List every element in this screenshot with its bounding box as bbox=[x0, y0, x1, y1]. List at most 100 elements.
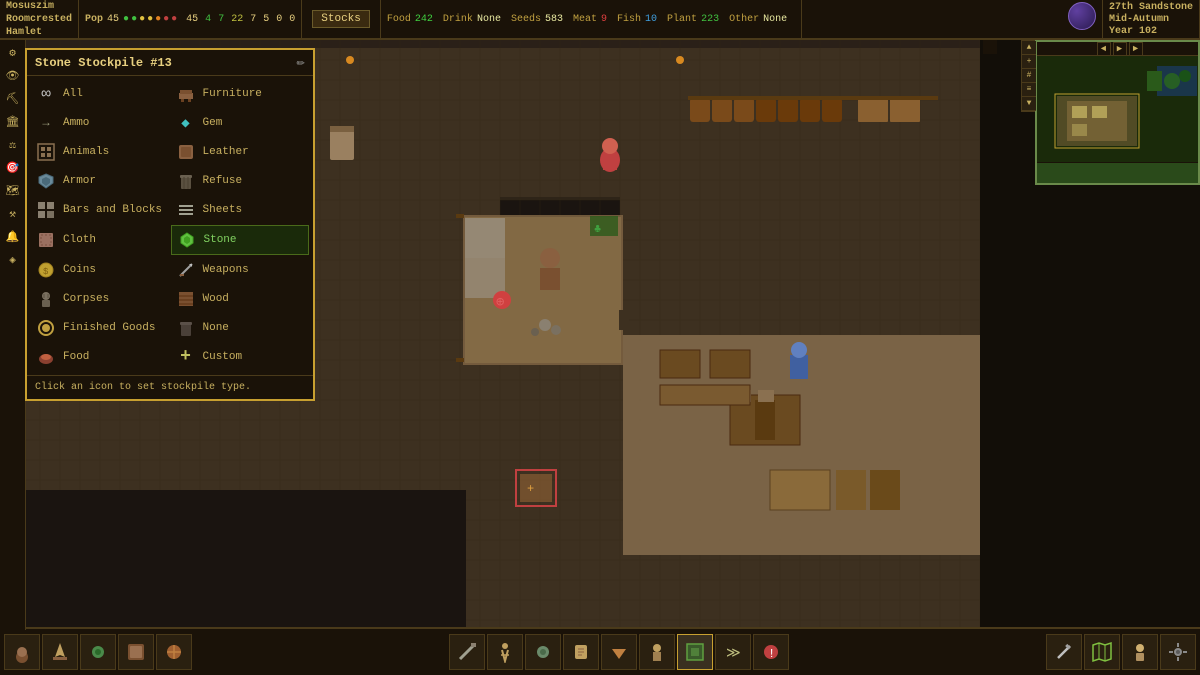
leather-icon bbox=[175, 141, 197, 163]
stockpile-item-food[interactable]: Food bbox=[31, 343, 170, 371]
bottom-icon-sword[interactable] bbox=[1046, 634, 1082, 670]
bottom-icon-scroll[interactable] bbox=[563, 634, 599, 670]
sidebar-icon-3[interactable]: ⛏ bbox=[2, 88, 24, 110]
bars-label: Bars and Blocks bbox=[63, 204, 162, 216]
stockpile-item-animals[interactable]: Animals bbox=[31, 138, 170, 166]
bottom-icon-zones[interactable] bbox=[156, 634, 192, 670]
elevation-down[interactable]: ▼ bbox=[1022, 97, 1036, 111]
cloth-icon bbox=[35, 229, 57, 251]
minimap-play[interactable]: ▶ bbox=[1113, 42, 1127, 56]
stockpile-item-furniture[interactable]: Furniture bbox=[171, 80, 310, 108]
custom-icon: + bbox=[175, 346, 197, 368]
gem-icon: ◆ bbox=[175, 112, 197, 134]
bottom-icon-map[interactable] bbox=[1084, 634, 1120, 670]
finished-icon bbox=[35, 317, 57, 339]
stockpile-edit-icon[interactable]: ✏ bbox=[297, 54, 305, 71]
animals-label: Animals bbox=[63, 146, 109, 158]
bottom-bar: ≫ ! bbox=[0, 627, 1200, 675]
svg-text:$: $ bbox=[43, 267, 49, 277]
stockpile-title: Stone Stockpile #13 ✏ bbox=[27, 50, 313, 76]
refuse-icon bbox=[175, 170, 197, 192]
coins-label: Coins bbox=[63, 264, 96, 276]
ammo-label: Ammo bbox=[63, 117, 89, 129]
pop-icons: ● ● ● ● ● ● ● bbox=[123, 14, 177, 25]
stockpile-item-refuse[interactable]: Refuse bbox=[171, 167, 310, 195]
bottom-icon-move[interactable] bbox=[4, 634, 40, 670]
bottom-icon-character[interactable] bbox=[1122, 634, 1158, 670]
wood-label: Wood bbox=[203, 293, 229, 305]
minimap-nav-right[interactable]: ► bbox=[1129, 42, 1143, 56]
bottom-icon-walk[interactable] bbox=[487, 634, 523, 670]
stockpile-item-bars[interactable]: Bars and Blocks bbox=[31, 196, 170, 224]
finished-goods-label: Finished Goods bbox=[63, 322, 155, 334]
bottom-icon-down-arrow[interactable] bbox=[601, 634, 637, 670]
stockpile-item-armor[interactable]: Armor bbox=[31, 167, 170, 195]
stockpile-item-corpses[interactable]: Corpses bbox=[31, 285, 170, 313]
stockpile-item-weapons[interactable]: Weapons bbox=[171, 256, 310, 284]
refuse-label: Refuse bbox=[203, 175, 243, 187]
bottom-icon-settings[interactable] bbox=[1160, 634, 1196, 670]
settlement-kind: Hamlet bbox=[6, 26, 72, 39]
animals-icon bbox=[35, 141, 57, 163]
bottom-icon-stockpile-active[interactable] bbox=[677, 634, 713, 670]
stockpile-item-sheets[interactable]: Sheets bbox=[171, 196, 310, 224]
stockpile-item-custom[interactable]: + Custom bbox=[171, 343, 310, 371]
date-section bbox=[1062, 0, 1103, 38]
sidebar-icon-8[interactable]: ⚒ bbox=[2, 203, 24, 225]
sheets-icon bbox=[175, 199, 197, 221]
elevation-up[interactable]: ▲ bbox=[1022, 41, 1036, 55]
stocks-section[interactable]: Stocks bbox=[302, 0, 381, 38]
minimap-nav-top: ◄ ▶ ► bbox=[1037, 42, 1200, 56]
bottom-icon-alert[interactable]: ! bbox=[753, 634, 789, 670]
stockpile-item-all[interactable]: ∞ All bbox=[31, 80, 170, 108]
bottom-icon-build[interactable] bbox=[80, 634, 116, 670]
stocks-button[interactable]: Stocks bbox=[312, 10, 370, 28]
minimap-display bbox=[1037, 56, 1198, 162]
resources-section: Food 242 Drink None Seeds 583 Meat 9 Fis… bbox=[381, 0, 802, 38]
stockpile-item-ammo[interactable]: → Ammo bbox=[31, 109, 170, 137]
svg-text:+: + bbox=[527, 482, 534, 496]
minimap: ◄ ▶ ► Elevation 41 bbox=[1035, 40, 1200, 185]
armor-label: Armor bbox=[63, 175, 96, 187]
stockpile-item-leather[interactable]: Leather bbox=[171, 138, 310, 166]
furniture-label: Furniture bbox=[203, 88, 262, 100]
ammo-icon: → bbox=[35, 112, 57, 134]
sidebar-icon-2[interactable]: 👁 bbox=[2, 65, 24, 87]
leather-label: Leather bbox=[203, 146, 249, 158]
sidebar-icon-10[interactable]: ◈ bbox=[2, 249, 24, 271]
armor-icon bbox=[35, 170, 57, 192]
furniture-icon bbox=[175, 83, 197, 105]
sidebar-icon-6[interactable]: 🎯 bbox=[2, 157, 24, 179]
sidebar-icon-1[interactable]: ⚙ bbox=[2, 42, 24, 64]
food-icon bbox=[35, 346, 57, 368]
sidebar-icon-7[interactable]: 🗺 bbox=[2, 180, 24, 202]
bottom-icon-next[interactable]: ≫ bbox=[715, 634, 751, 670]
bottom-icon-items[interactable] bbox=[525, 634, 561, 670]
elevation-zoom2[interactable]: # bbox=[1022, 69, 1036, 83]
bottom-icon-designate[interactable] bbox=[42, 634, 78, 670]
stockpile-item-coins[interactable]: $ Coins bbox=[31, 256, 170, 284]
all-label: All bbox=[63, 88, 83, 100]
settlement-type: Roomcrested bbox=[6, 13, 72, 26]
elevation-zoom1[interactable]: + bbox=[1022, 55, 1036, 69]
stockpile-item-gem[interactable]: ◆ Gem bbox=[171, 109, 310, 137]
bottom-icon-dwarf[interactable] bbox=[639, 634, 675, 670]
minimap-nav-left[interactable]: ◄ bbox=[1097, 42, 1111, 56]
stockpile-item-wood[interactable]: Wood bbox=[171, 285, 310, 313]
bottom-icon-orders[interactable] bbox=[118, 634, 154, 670]
none-label: None bbox=[203, 322, 229, 334]
stone-icon bbox=[176, 229, 198, 251]
sidebar-icon-4[interactable]: 🏛 bbox=[2, 111, 24, 133]
stockpile-item-none[interactable]: None bbox=[171, 314, 310, 342]
sidebar-icon-9[interactable]: 🔔 bbox=[2, 226, 24, 248]
stockpile-item-stone[interactable]: Stone bbox=[171, 225, 310, 255]
coins-icon: $ bbox=[35, 259, 57, 281]
sheets-label: Sheets bbox=[203, 204, 243, 216]
stockpile-item-cloth[interactable]: Cloth bbox=[31, 225, 170, 255]
bottom-icon-mining[interactable] bbox=[449, 634, 485, 670]
settlement-name: Mosuszim bbox=[6, 0, 72, 13]
sidebar-icon-5[interactable]: ⚖ bbox=[2, 134, 24, 156]
stockpile-item-finished[interactable]: Finished Goods bbox=[31, 314, 170, 342]
elevation-zoom3[interactable]: ≡ bbox=[1022, 83, 1036, 97]
svg-text:≫: ≫ bbox=[726, 646, 741, 662]
